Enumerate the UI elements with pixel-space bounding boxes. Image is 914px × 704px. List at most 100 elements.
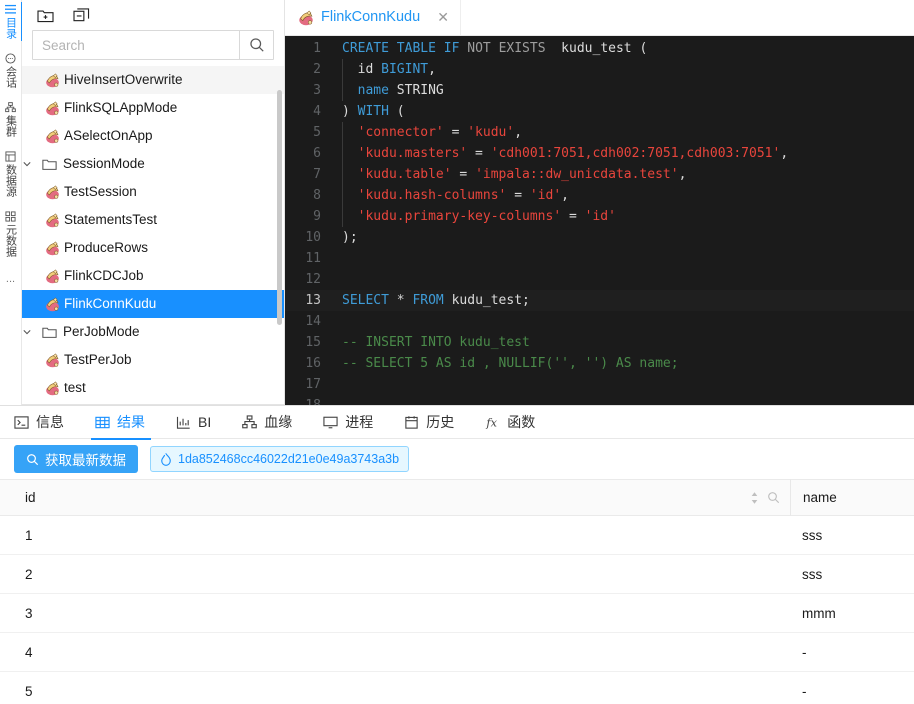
tree-scrollbar[interactable] (277, 90, 282, 325)
cell-id: 3 (25, 605, 33, 621)
tree-item-label: SessionMode (63, 156, 145, 171)
panel-tab-monitor[interactable]: 进程 (323, 406, 389, 439)
refresh-data-button[interactable]: 获取最新数据 (14, 445, 138, 473)
tree-item-flinksqlappmode[interactable]: FlinkSQLAppMode (22, 94, 284, 122)
tree-item-flinkconnkudu[interactable]: FlinkConnKudu (22, 290, 284, 318)
code-line-7[interactable]: 7 'kudu.table' = 'impala::dw_unicdata.te… (285, 164, 914, 185)
new-folder-icon[interactable] (36, 6, 54, 24)
code-line-13[interactable]: 13 SELECT * FROM kudu_test; (285, 290, 914, 311)
rail-label-datasource: 数据源 (4, 164, 17, 197)
code-text: SELECT * FROM kudu_test; (331, 290, 530, 311)
code-token: IF (443, 41, 460, 56)
tree-item-perjobmode[interactable]: PerJobMode (22, 318, 284, 346)
column-header-name[interactable]: name (790, 479, 914, 516)
tree-item-hiveinsertoverwrite[interactable]: HiveInsertOverwrite (22, 66, 284, 94)
panel-tab-table[interactable]: 结果 (91, 406, 161, 440)
code-line-2[interactable]: 2 id BIGINT, (285, 59, 914, 80)
code-text: ) WITH ( (331, 101, 405, 122)
rail-overflow[interactable]: ... (6, 273, 15, 285)
code-line-11[interactable]: 11 (285, 248, 914, 269)
code-token: ( (388, 104, 405, 119)
code-line-15[interactable]: 15 -- INSERT INTO kudu_test (285, 332, 914, 353)
code-line-17[interactable]: 17 (285, 374, 914, 395)
tree-item-statementstest[interactable]: StatementsTest (22, 206, 284, 234)
tree-item-testperjob[interactable]: TestPerJob (22, 346, 284, 374)
chat-icon (5, 53, 16, 66)
search-box[interactable] (32, 30, 274, 60)
panel-tab-function[interactable]: fx 函数 (485, 406, 551, 439)
code-line-3[interactable]: 3 name STRING (285, 80, 914, 101)
code-line-1[interactable]: 1 CREATE TABLE IF NOT EXISTS kudu_test ( (285, 38, 914, 59)
rail-item-session[interactable]: 会话 (0, 53, 22, 88)
code-line-9[interactable]: 9 'kudu.primary-key-columns' = 'id' (285, 206, 914, 227)
code-line-10[interactable]: 10); (285, 227, 914, 248)
table-row[interactable]: 2 sss (0, 555, 914, 594)
code-line-4[interactable]: 4) WITH ( (285, 101, 914, 122)
tree-item-testsession[interactable]: TestSession (22, 178, 284, 206)
table-row[interactable]: 4- (0, 633, 914, 672)
panel-tab-lineage[interactable]: 血缘 (242, 406, 308, 439)
column-header-id[interactable]: id (0, 479, 790, 516)
rail-item-metadata[interactable]: 元数据 (0, 211, 22, 257)
rail-item-datasource[interactable]: 数据源 (0, 151, 22, 197)
code-line-18[interactable]: 18 (285, 395, 914, 405)
table-row[interactable]: 3 mmm (0, 594, 914, 633)
search-input[interactable] (33, 31, 239, 59)
refresh-data-label: 获取最新数据 (45, 453, 126, 468)
job-id-chip[interactable]: 1da852468cc46022d21e0e49a3743a3b (150, 446, 410, 472)
tree-item-aselectonapp[interactable]: ASelectOnApp (22, 122, 284, 150)
close-icon[interactable]: ✕ (436, 9, 450, 26)
code-token: 'kudu' (467, 125, 515, 140)
table-row[interactable]: 1 sss (0, 516, 914, 555)
tree-item-flinkcdcjob[interactable]: FlinkCDCJob (22, 262, 284, 290)
tree-item-producerows[interactable]: ProduceRows (22, 234, 284, 262)
table-row[interactable]: 5- (0, 672, 914, 704)
line-number: 3 (313, 83, 321, 98)
code-line-16[interactable]: 16 -- SELECT 5 AS id , NULLIF('', '') AS … (285, 353, 914, 374)
code-text: 'kudu.masters' = 'cdh001:7051,cdh002:705… (331, 143, 788, 164)
chevron-down-icon[interactable] (22, 327, 42, 337)
search-button[interactable] (239, 31, 273, 59)
code-line-5[interactable]: 5 'connector' = 'kudu', (285, 122, 914, 143)
chevron-down-icon[interactable] (22, 159, 42, 169)
top-region: 目录 会话 集群 数据源 元数据 ... Search HiveInsertOv… (0, 0, 914, 405)
line-number: 14 (305, 314, 321, 329)
panel-tab-console[interactable]: 信息 (14, 406, 80, 439)
code-line-14[interactable]: 14 (285, 311, 914, 332)
code-line-8[interactable]: 8 'kudu.hash-columns' = 'id', (285, 185, 914, 206)
rail-item-cluster[interactable]: 集群 (0, 102, 22, 137)
tree-item-test[interactable]: test (22, 374, 284, 402)
line-number: 5 (313, 125, 321, 140)
search-icon[interactable] (767, 491, 780, 504)
sort-icon[interactable] (750, 491, 759, 505)
panel-tab-chart[interactable]: BI (176, 406, 227, 439)
code-token: 'connector' (357, 125, 444, 140)
line-number: 7 (313, 167, 321, 182)
tree-item-label: FlinkCDCJob (64, 268, 144, 283)
tree-item-sessionmode[interactable]: SessionMode (22, 150, 284, 178)
code-content[interactable]: 1 CREATE TABLE IF NOT EXISTS kudu_test (2… (285, 36, 914, 405)
cluster-icon (5, 102, 16, 115)
code-line-12[interactable]: 12 (285, 269, 914, 290)
code-token: WITH (357, 104, 389, 119)
flink-file-icon (44, 100, 61, 116)
line-number: 15 (305, 335, 321, 350)
code-text: 'kudu.table' = 'impala::dw_unicdata.test… (331, 164, 686, 185)
code-token: FROM (412, 293, 444, 308)
folder-icon (42, 158, 57, 171)
editor-tab-flinkconnkudu[interactable]: FlinkConnKudu ✕ (285, 0, 462, 35)
code-text: name STRING (331, 80, 444, 101)
code-token: 'kudu.primary-key-columns' (357, 209, 562, 224)
collapse-all-icon[interactable] (72, 6, 90, 24)
editor-tabbar: FlinkConnKudu ✕ (285, 0, 914, 36)
code-line-6[interactable]: 6 'kudu.masters' = 'cdh001:7051,cdh002:7… (285, 143, 914, 164)
rail-item-catalog[interactable]: 目录 (0, 2, 23, 41)
tree-item-label: TestPerJob (64, 352, 132, 367)
chart-icon (176, 415, 191, 430)
result-table: id name 1 sss 2 sss 3 mmm 4-5- (0, 479, 914, 704)
column-header-name-label: name (803, 490, 837, 505)
panel-tab-calendar[interactable]: 历史 (404, 406, 470, 439)
